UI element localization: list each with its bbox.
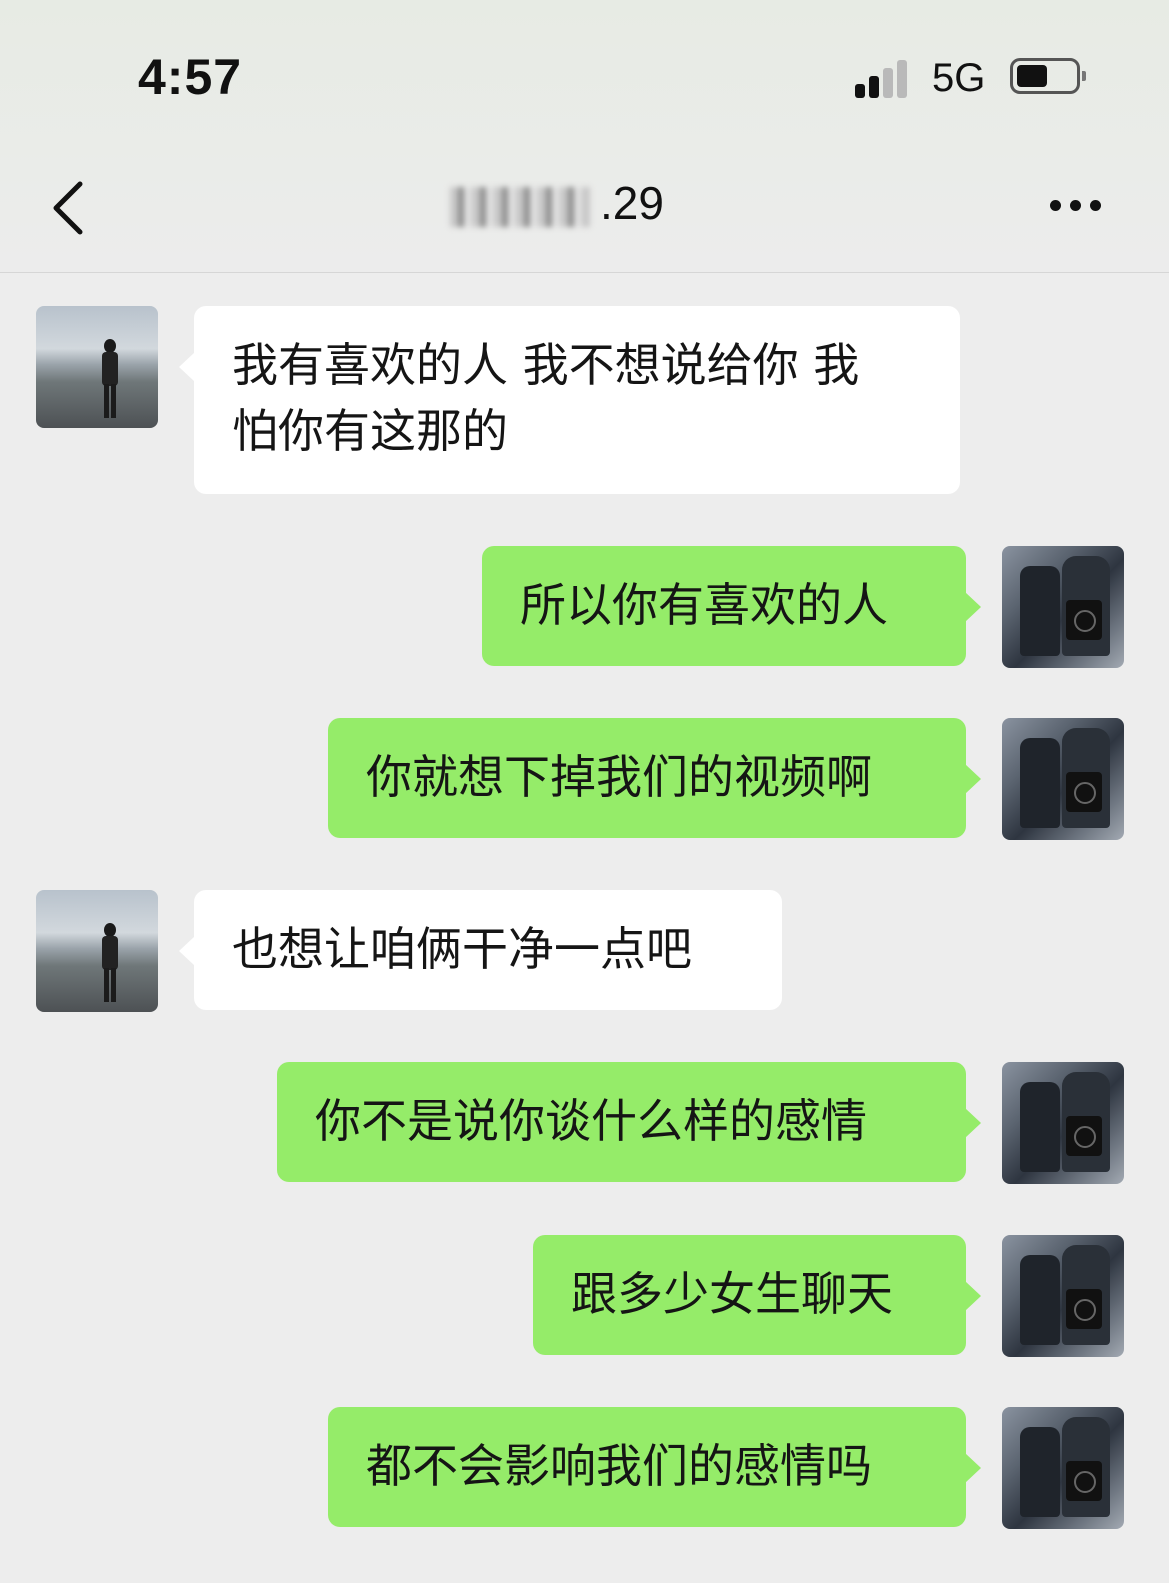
message-bubble-outgoing[interactable]: 你不是说你谈什么样的感情 xyxy=(277,1062,981,1182)
message-bubble-incoming[interactable]: 也想让咱俩干净一点吧 xyxy=(179,890,782,1010)
message-text: 也想让咱俩干净一点吧 xyxy=(232,922,692,976)
chat-title: .29 xyxy=(450,176,664,230)
my-avatar[interactable] xyxy=(1002,1235,1124,1357)
message-bubble-outgoing[interactable]: 都不会影响我们的感情吗 xyxy=(328,1407,981,1527)
message-bubble-outgoing[interactable]: 跟多少女生聊天 xyxy=(533,1235,981,1355)
signal-strength-icon xyxy=(855,58,917,98)
message-text: 你就想下掉我们的视频啊 xyxy=(366,750,872,804)
message-bubble-incoming[interactable]: 我有喜欢的人 我不想说给你 我 怕你有这那的 xyxy=(179,306,960,494)
my-avatar[interactable] xyxy=(1002,1407,1124,1529)
message-text: 所以你有喜欢的人 xyxy=(520,578,888,632)
message-text: 都不会影响我们的感情吗 xyxy=(366,1439,872,1493)
message-text: 怕你有这那的 xyxy=(232,404,508,458)
contact-avatar[interactable] xyxy=(36,306,158,428)
message-text: 跟多少女生聊天 xyxy=(571,1267,893,1321)
message-bubble-outgoing[interactable]: 所以你有喜欢的人 xyxy=(482,546,981,666)
top-bar: 4:57 5G .29 xyxy=(0,0,1169,273)
message-bubble-outgoing[interactable]: 你就想下掉我们的视频啊 xyxy=(328,718,981,838)
message-text: 你不是说你谈什么样的感情 xyxy=(315,1094,867,1148)
redacted-name xyxy=(450,186,590,227)
network-type: 5G xyxy=(932,56,986,100)
message-text: 我有喜欢的人 我不想说给你 我 xyxy=(232,338,860,392)
my-avatar[interactable] xyxy=(1002,1062,1124,1184)
back-chevron-icon[interactable] xyxy=(46,178,96,238)
chat-title-text: .29 xyxy=(600,177,664,229)
contact-avatar[interactable] xyxy=(36,890,158,1012)
my-avatar[interactable] xyxy=(1002,718,1124,840)
battery-icon xyxy=(1010,58,1086,94)
status-time: 4:57 xyxy=(138,49,243,105)
more-dots-icon[interactable] xyxy=(1046,196,1106,216)
my-avatar[interactable] xyxy=(1002,546,1124,668)
